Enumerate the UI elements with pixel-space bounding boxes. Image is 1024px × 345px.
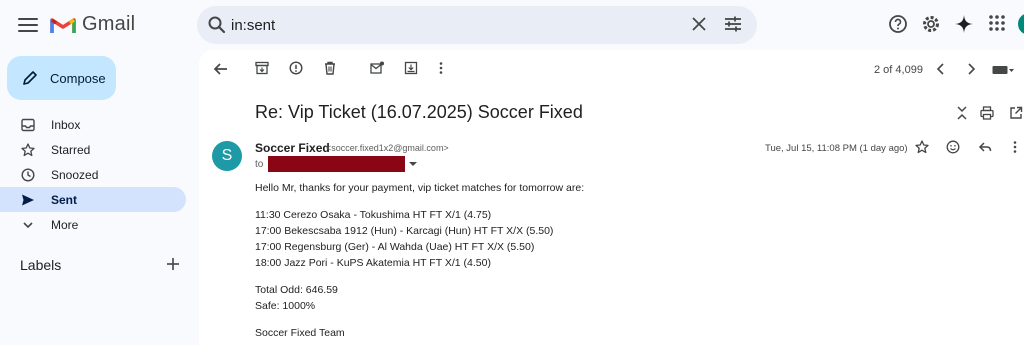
recipient-details-caret-icon[interactable] xyxy=(409,162,418,166)
sidebar-item-label: Starred xyxy=(51,142,91,157)
recipient-line: to xyxy=(255,156,418,172)
body-greeting: Hello Mr, thanks for your payment, vip t… xyxy=(255,182,585,194)
body-safe: Safe: 1000% xyxy=(255,300,316,312)
body-match-line: 18:00 Jazz Pori - KuPS Akatemia HT FT X/… xyxy=(255,257,491,269)
gmail-logo[interactable]: Gmail xyxy=(50,13,135,36)
print-icon[interactable] xyxy=(980,106,994,120)
labels-title: Labels xyxy=(20,257,62,273)
pager-count: 2 of 4,099 xyxy=(874,64,923,76)
search-bar xyxy=(197,6,757,44)
sender-name[interactable]: Soccer Fixed xyxy=(255,141,330,155)
star-message-icon[interactable] xyxy=(915,140,929,154)
sidebar-item-snoozed[interactable]: Snoozed xyxy=(0,162,186,187)
report-spam-icon[interactable] xyxy=(289,61,303,75)
sidebar-item-label: More xyxy=(51,217,79,232)
sidebar-item-label: Inbox xyxy=(51,117,81,132)
to-label: to xyxy=(255,158,264,170)
mark-unread-icon[interactable] xyxy=(370,61,384,75)
clear-search-icon[interactable] xyxy=(691,16,707,32)
settings-gear-icon[interactable] xyxy=(921,14,941,34)
input-tools-keyboard-icon[interactable] xyxy=(992,65,1014,75)
move-to-icon[interactable] xyxy=(404,61,418,75)
main-menu-icon[interactable] xyxy=(18,14,38,34)
redacted-recipient xyxy=(268,156,406,172)
compose-button[interactable]: Compose xyxy=(7,56,116,100)
sidebar-item-more[interactable]: More xyxy=(0,212,186,237)
more-vertical-icon[interactable] xyxy=(438,61,444,75)
delete-trash-icon[interactable] xyxy=(323,61,337,75)
older-chevron-right-icon[interactable] xyxy=(966,63,976,75)
search-icon[interactable] xyxy=(207,15,227,35)
compose-label: Compose xyxy=(50,70,106,86)
expand-all-icon[interactable] xyxy=(956,106,968,120)
body-match-line: 17:00 Bekescsaba 1912 (Hun) - Karcagi (H… xyxy=(255,225,554,237)
sender-email: <soccer.fixed1x2@gmail.com> xyxy=(326,143,449,153)
add-label-icon[interactable] xyxy=(166,257,180,271)
back-arrow-icon[interactable] xyxy=(213,61,229,77)
gemini-sparkle-icon[interactable] xyxy=(954,14,974,34)
body-match-line: 11:30 Cerezo Osaka - Tokushima HT FT X/1… xyxy=(255,209,492,221)
search-input[interactable] xyxy=(231,14,671,36)
star-icon xyxy=(21,142,35,156)
body-total-odd: Total Odd: 646.59 xyxy=(255,284,338,296)
top-bar: Gmail xyxy=(0,0,1024,50)
chevron-down-icon xyxy=(23,221,33,228)
apps-grid-icon[interactable] xyxy=(988,14,1006,32)
labels-section-header: Labels xyxy=(20,257,180,275)
email-body: Hello Mr, thanks for your payment, vip t… xyxy=(255,180,584,341)
search-options-icon[interactable] xyxy=(724,16,742,32)
newer-chevron-left-icon[interactable] xyxy=(936,63,946,75)
clock-icon xyxy=(21,167,35,182)
help-icon[interactable] xyxy=(888,14,908,34)
message-date: Tue, Jul 15, 11:08 PM (1 day ago) xyxy=(765,143,908,154)
archive-icon[interactable] xyxy=(255,61,269,75)
open-new-window-icon[interactable] xyxy=(1009,106,1023,120)
sidebar-item-inbox[interactable]: Inbox xyxy=(0,112,186,137)
reply-icon[interactable] xyxy=(978,140,992,154)
account-avatar[interactable] xyxy=(1018,13,1024,35)
send-icon xyxy=(22,194,34,205)
pencil-icon xyxy=(23,71,37,85)
gmail-wordmark: Gmail xyxy=(82,13,136,35)
message-panel: 2 of 4,099 Re: Vip Ticket (16.07.2025) S… xyxy=(199,50,1024,345)
body-match-line: 17:00 Regensburg (Ger) - Al Wahda (Uae) … xyxy=(255,241,535,253)
sidebar-item-label: Sent xyxy=(51,192,78,207)
email-subject: Re: Vip Ticket (16.07.2025) Soccer Fixed xyxy=(255,102,583,122)
message-more-vertical-icon[interactable] xyxy=(1012,140,1018,154)
sidebar-item-sent[interactable]: Sent xyxy=(0,187,186,212)
sidebar-item-starred[interactable]: Starred xyxy=(0,137,186,162)
sender-avatar[interactable]: S xyxy=(212,141,242,171)
emoji-reaction-icon[interactable] xyxy=(946,140,960,154)
gmail-m-icon xyxy=(50,17,76,33)
inbox-icon xyxy=(21,118,35,131)
sidebar-nav: Inbox Starred Snoozed Sent More xyxy=(0,112,186,237)
sidebar-item-label: Snoozed xyxy=(51,167,99,182)
body-signature: Soccer Fixed Team xyxy=(255,327,345,339)
gmail-window: Gmail in:sent Compose Inbox Starred Snoo… xyxy=(0,0,1024,345)
